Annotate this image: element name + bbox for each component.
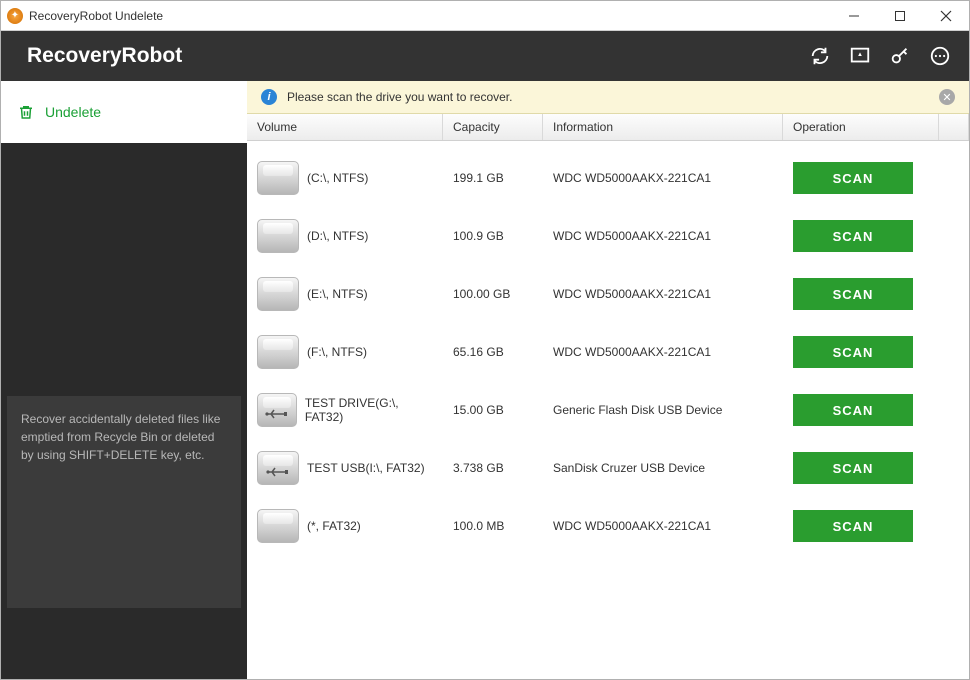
th-capacity[interactable]: Capacity [443, 114, 543, 140]
sidebar-item-undelete[interactable]: Undelete [1, 81, 247, 143]
close-button[interactable] [923, 1, 969, 31]
scan-button[interactable]: SCAN [793, 452, 913, 484]
table-row: (F:\, NTFS) 65.16 GBWDC WD5000AAKX-221CA1… [247, 323, 969, 381]
dismiss-notice-button[interactable]: ✕ [939, 89, 955, 105]
notice-text: Please scan the drive you want to recove… [287, 90, 512, 104]
hdd-drive-icon [257, 161, 299, 195]
titlebar: ✦ RecoveryRobot Undelete [1, 1, 969, 31]
volume-label: (F:\, NTFS) [307, 345, 367, 359]
hdd-drive-icon [257, 277, 299, 311]
th-volume[interactable]: Volume [247, 114, 443, 140]
trash-icon [17, 103, 35, 121]
sidebar-item-label: Undelete [45, 104, 101, 120]
maximize-button[interactable] [877, 1, 923, 31]
info-value: WDC WD5000AAKX-221CA1 [543, 345, 783, 359]
th-information[interactable]: Information [543, 114, 783, 140]
table-header: Volume Capacity Information Operation [247, 114, 969, 141]
table-row: (E:\, NTFS) 100.00 GBWDC WD5000AAKX-221CA… [247, 265, 969, 323]
table-row: (C:\, NTFS) 199.1 GBWDC WD5000AAKX-221CA1… [247, 149, 969, 207]
scan-button[interactable]: SCAN [793, 510, 913, 542]
usb-icon [266, 465, 290, 482]
hdd-drive-icon [257, 335, 299, 369]
volume-label: (D:\, NTFS) [307, 229, 368, 243]
minimize-button[interactable] [831, 1, 877, 31]
usb-drive-icon [257, 451, 299, 485]
info-icon: i [261, 89, 277, 105]
app-icon: ✦ [7, 8, 23, 24]
capacity-value: 199.1 GB [443, 171, 543, 185]
th-tail [939, 114, 969, 140]
sidebar-tip: Recover accidentally deleted files like … [7, 396, 241, 608]
info-value: Generic Flash Disk USB Device [543, 403, 783, 417]
table-row: TEST USB(I:\, FAT32) 3.738 GBSanDisk Cruz… [247, 439, 969, 497]
feedback-icon[interactable] [849, 45, 871, 67]
table-row: (*, FAT32) 100.0 MBWDC WD5000AAKX-221CA1 S… [247, 497, 969, 555]
brand-name: RecoveryRobot [27, 44, 182, 68]
info-value: WDC WD5000AAKX-221CA1 [543, 287, 783, 301]
sidebar: Undelete Recover accidentally deleted fi… [1, 81, 247, 679]
info-value: WDC WD5000AAKX-221CA1 [543, 229, 783, 243]
table-row: (D:\, NTFS) 100.9 GBWDC WD5000AAKX-221CA1… [247, 207, 969, 265]
scan-button[interactable]: SCAN [793, 278, 913, 310]
capacity-value: 100.0 MB [443, 519, 543, 533]
refresh-icon[interactable] [809, 45, 831, 67]
volume-label: (*, FAT32) [307, 519, 361, 533]
capacity-value: 3.738 GB [443, 461, 543, 475]
volume-label: TEST DRIVE(G:\, FAT32) [305, 396, 433, 424]
hdd-drive-icon [257, 509, 299, 543]
more-icon[interactable] [929, 45, 951, 67]
info-value: SanDisk Cruzer USB Device [543, 461, 783, 475]
table-row: TEST DRIVE(G:\, FAT32) 15.00 GBGeneric Fl… [247, 381, 969, 439]
info-value: WDC WD5000AAKX-221CA1 [543, 519, 783, 533]
capacity-value: 100.00 GB [443, 287, 543, 301]
volume-label: TEST USB(I:\, FAT32) [307, 461, 425, 475]
scan-button[interactable]: SCAN [793, 394, 913, 426]
info-value: WDC WD5000AAKX-221CA1 [543, 171, 783, 185]
usb-icon [265, 407, 289, 424]
scan-button[interactable]: SCAN [793, 336, 913, 368]
header-controls [809, 45, 951, 67]
window-title: RecoveryRobot Undelete [29, 9, 163, 23]
volume-label: (E:\, NTFS) [307, 287, 368, 301]
capacity-value: 15.00 GB [443, 403, 543, 417]
usb-drive-icon [257, 393, 297, 427]
main-panel: i Please scan the drive you want to reco… [247, 81, 969, 679]
scan-button[interactable]: SCAN [793, 162, 913, 194]
app-header: RecoveryRobot [1, 31, 969, 81]
capacity-value: 100.9 GB [443, 229, 543, 243]
scan-button[interactable]: SCAN [793, 220, 913, 252]
th-operation[interactable]: Operation [783, 114, 939, 140]
body: Undelete Recover accidentally deleted fi… [1, 81, 969, 679]
volume-label: (C:\, NTFS) [307, 171, 368, 185]
table-body: (C:\, NTFS)199.1 GBWDC WD5000AAKX-221CA1… [247, 141, 969, 679]
notice-bar: i Please scan the drive you want to reco… [247, 81, 969, 114]
key-icon[interactable] [889, 45, 911, 67]
capacity-value: 65.16 GB [443, 345, 543, 359]
app-window: ✦ RecoveryRobot Undelete RecoveryRobot [0, 0, 970, 680]
window-controls [831, 1, 969, 31]
hdd-drive-icon [257, 219, 299, 253]
